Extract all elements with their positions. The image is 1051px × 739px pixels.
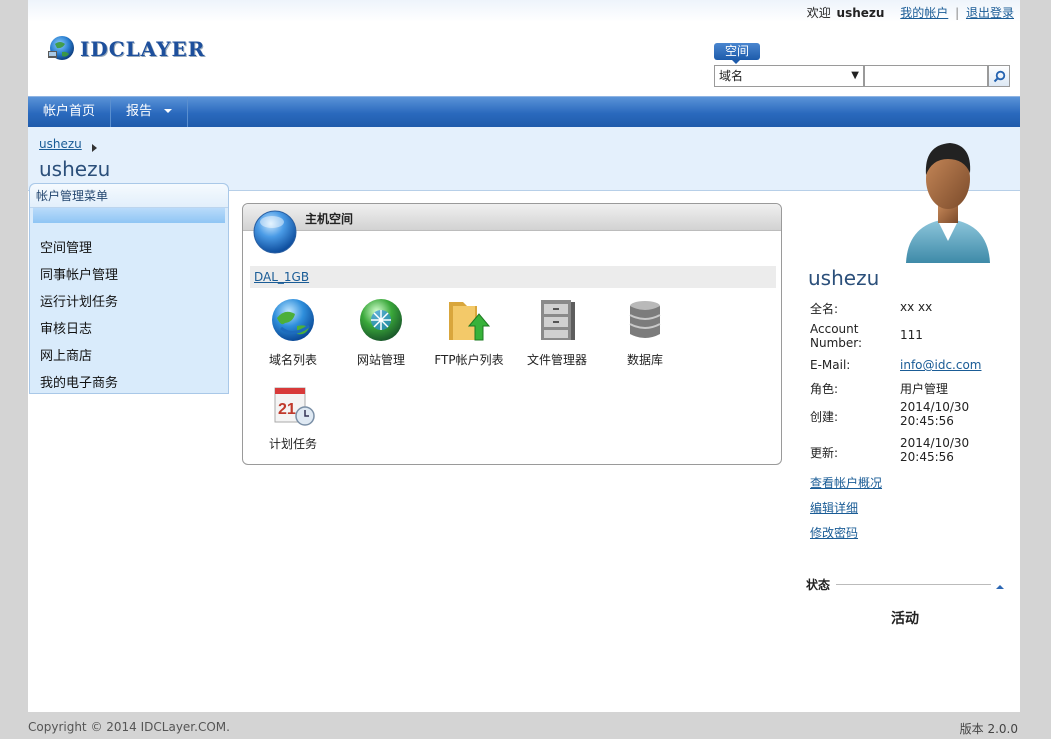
search-icon <box>993 70 1005 82</box>
status-divider <box>836 584 991 585</box>
tool-file-manager-label: 文件管理器 <box>526 353 587 367</box>
hosting-space-panel: 主机空间 DAL_1GB 域名列表 网站管理 FTP帐户列表 文件管理器 数据库… <box>242 203 782 465</box>
menu-item-my-ecommerce[interactable]: 我的电子商务 <box>30 370 228 397</box>
change-password-link[interactable]: 修改密码 <box>810 524 882 541</box>
tool-domain-list-label: 域名列表 <box>268 353 317 367</box>
field-value: xx xx <box>900 300 933 314</box>
logo[interactable]: IDCLAYER <box>46 34 205 64</box>
menu-item-peer-accounts[interactable]: 同事帐户管理 <box>30 262 228 289</box>
email-link[interactable]: info@idc.com <box>900 358 1020 372</box>
menu-item-audit-log[interactable]: 审核日志 <box>30 316 228 343</box>
footer-version: 版本 2.0.0 <box>959 722 1018 736</box>
field-label: Account Number: <box>810 322 863 350</box>
breadcrumb: ushezu <box>39 137 101 152</box>
status-header: 状态 <box>806 576 1006 592</box>
nav-account-home-label: 帐户首页 <box>43 104 96 119</box>
search-type-value: 域名 <box>719 69 744 83</box>
field-label: 角色: <box>810 382 839 396</box>
page-body: 欢迎 ushezu 我的帐户 | 退出登录 IDCLAYER 空间 域名 ▼ 帐… <box>28 0 1020 712</box>
profile-links: 查看帐户概况 编辑详细 修改密码 <box>810 474 882 549</box>
field-value: 用户管理 <box>900 382 949 396</box>
welcome-area: 欢迎 ushezu 我的帐户 | 退出登录 <box>807 4 1014 21</box>
tool-ftp-accounts[interactable]: FTP帐户列表 <box>428 296 510 368</box>
account-menu: 帐户管理菜单 空间管理 同事帐户管理 运行计划任务 审核日志 网上商店 我的电子… <box>29 183 229 394</box>
breadcrumb-arrow-icon <box>91 144 101 152</box>
profile-info: 全名: xx xx Account Number: 111 E-Mail: in… <box>810 296 1020 468</box>
main-nav: 帐户首页 报告 <box>28 96 1020 127</box>
account-menu-title: 帐户管理菜单 <box>30 184 228 208</box>
hosting-panel-title: 主机空间 <box>305 212 354 226</box>
nav-reports[interactable]: 报告 <box>111 97 189 127</box>
field-label: 创建: <box>810 410 839 424</box>
field-full-name: 全名: xx xx <box>810 296 1020 318</box>
website-globe-icon <box>360 299 402 341</box>
title-band: ushezu ushezu <box>28 127 1020 191</box>
field-value: 2014/10/30 20:45:56 <box>900 436 970 464</box>
dropdown-arrow-icon: ▼ <box>851 70 859 81</box>
logout-link[interactable]: 退出登录 <box>966 6 1014 20</box>
plan-link[interactable]: DAL_1GB <box>254 270 309 284</box>
search-input[interactable] <box>864 65 988 87</box>
field-value: 111 <box>900 328 923 342</box>
edit-details-link[interactable]: 编辑详细 <box>810 499 882 516</box>
field-role: 角色: 用户管理 <box>810 374 1020 396</box>
footer-copyright: Copyright © 2014 IDCLayer.COM. <box>28 720 230 734</box>
nav-account-home[interactable]: 帐户首页 <box>28 97 112 127</box>
search-area: 空间 域名 ▼ <box>714 43 1010 89</box>
nav-reports-label: 报告 <box>126 104 153 119</box>
user-avatar <box>906 143 990 263</box>
field-value: 2014/10/30 20:45:56 <box>900 400 970 428</box>
status-label: 状态 <box>806 578 831 592</box>
logo-globe-icon <box>48 36 74 60</box>
globe-icon <box>272 299 314 341</box>
tool-website-management-label: 网站管理 <box>356 353 405 367</box>
hosting-panel-header: 主机空间 <box>243 204 781 231</box>
tool-domain-list[interactable]: 域名列表 <box>252 296 334 368</box>
view-account-summary-link[interactable]: 查看帐户概况 <box>810 474 882 491</box>
tool-website-management[interactable]: 网站管理 <box>340 296 422 368</box>
page-title: ushezu <box>39 157 111 181</box>
menu-item-scheduled-tasks[interactable]: 运行计划任务 <box>30 289 228 316</box>
collapse-up-icon[interactable] <box>996 581 1004 589</box>
tool-database-label: 数据库 <box>626 353 663 367</box>
logo-text: IDCLAYER <box>80 37 206 61</box>
field-label: 更新: <box>810 446 839 460</box>
profile-username: ushezu <box>808 266 880 290</box>
breadcrumb-user-link[interactable]: ushezu <box>39 137 82 151</box>
welcome-username: ushezu <box>836 6 885 20</box>
menu-item-online-store[interactable]: 网上商店 <box>30 343 228 370</box>
tool-scheduled-tasks[interactable]: 21 计划任务 <box>252 380 334 452</box>
status-value: 活动 <box>891 611 919 627</box>
menu-item-space-management[interactable]: 空间管理 <box>30 235 228 262</box>
file-cabinet-icon <box>541 300 575 340</box>
calendar-clock-icon: 21 <box>274 387 315 426</box>
field-account-number: Account Number: 111 <box>810 318 1020 352</box>
tool-database[interactable]: 数据库 <box>604 296 686 368</box>
svg-text:21: 21 <box>278 401 296 418</box>
top-bar: 欢迎 ushezu 我的帐户 | 退出登录 <box>28 0 1020 22</box>
search-button[interactable] <box>988 65 1010 87</box>
folder-upload-icon <box>449 302 491 341</box>
field-label: 全名: <box>810 302 839 316</box>
plan-row: DAL_1GB <box>250 266 776 288</box>
field-email: E-Mail: info@idc.com <box>810 352 1020 374</box>
tool-file-manager[interactable]: 文件管理器 <box>516 296 598 368</box>
chevron-down-icon <box>164 109 173 117</box>
separator: | <box>955 6 960 20</box>
search-scope-tag[interactable]: 空间 <box>714 43 760 64</box>
database-icon <box>629 301 661 338</box>
field-updated: 更新: 2014/10/30 20:45:56 <box>810 432 1020 468</box>
field-label: E-Mail: <box>810 358 851 372</box>
my-account-link[interactable]: 我的帐户 <box>900 6 948 20</box>
menu-highlight-bar <box>33 208 225 223</box>
welcome-text: 欢迎 <box>806 6 831 20</box>
field-created: 创建: 2014/10/30 20:45:56 <box>810 396 1020 432</box>
hosting-globe-icon <box>253 210 297 254</box>
tool-scheduled-tasks-label: 计划任务 <box>268 437 317 451</box>
search-type-select[interactable]: 域名 ▼ <box>714 65 864 87</box>
tool-ftp-accounts-label: FTP帐户列表 <box>434 353 504 367</box>
